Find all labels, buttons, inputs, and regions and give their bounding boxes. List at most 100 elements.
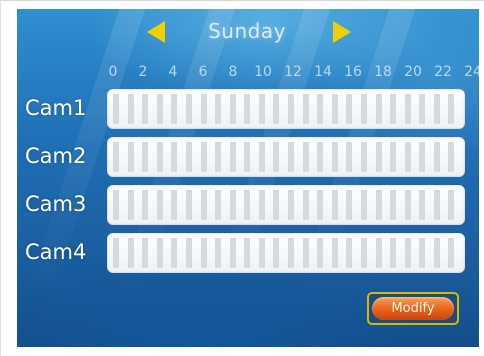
hour-slot[interactable] xyxy=(156,94,163,124)
hour-slot[interactable] xyxy=(171,238,178,268)
hour-slot[interactable] xyxy=(200,238,207,268)
hour-slot[interactable] xyxy=(375,190,382,220)
hour-slot[interactable] xyxy=(215,238,222,268)
hour-slot[interactable] xyxy=(331,190,338,220)
hour-slot[interactable] xyxy=(171,94,178,124)
hour-slot[interactable] xyxy=(288,238,294,268)
hour-slot[interactable] xyxy=(171,190,178,220)
hour-slot[interactable] xyxy=(215,142,222,172)
hour-slot[interactable] xyxy=(229,190,236,220)
hour-slot[interactable] xyxy=(229,238,236,268)
hour-slot[interactable] xyxy=(390,142,397,172)
hour-slot[interactable] xyxy=(317,94,324,124)
hour-slot[interactable] xyxy=(229,142,236,172)
hour-slot[interactable] xyxy=(375,238,382,268)
hour-slot[interactable] xyxy=(404,94,411,124)
hour-slot[interactable] xyxy=(331,238,338,268)
modify-button[interactable]: Modify xyxy=(372,297,454,320)
hour-slot[interactable] xyxy=(127,190,134,220)
hour-slot[interactable] xyxy=(171,142,178,172)
hour-slot[interactable] xyxy=(390,94,397,124)
hour-slot[interactable] xyxy=(127,142,134,172)
hour-slot[interactable] xyxy=(346,142,353,172)
hour-slot[interactable] xyxy=(185,190,192,220)
hour-slot[interactable] xyxy=(346,190,353,220)
hour-slot[interactable] xyxy=(390,190,397,220)
camera-timeline[interactable] xyxy=(107,89,465,129)
hour-slot[interactable] xyxy=(142,142,149,172)
camera-timeline[interactable] xyxy=(107,233,465,273)
hour-slot[interactable] xyxy=(302,238,309,268)
hour-slot[interactable] xyxy=(142,94,149,124)
hour-slot[interactable] xyxy=(244,94,251,124)
hour-slot[interactable] xyxy=(448,238,455,268)
hour-slot[interactable] xyxy=(200,94,207,124)
hour-slot[interactable] xyxy=(258,190,265,220)
next-day-arrow-icon[interactable] xyxy=(333,21,351,43)
hour-slot[interactable] xyxy=(185,94,192,124)
hour-slot[interactable] xyxy=(185,238,192,268)
camera-timeline[interactable] xyxy=(107,185,465,225)
hour-slot[interactable] xyxy=(360,94,367,124)
hour-slot[interactable] xyxy=(288,94,294,124)
hour-slot[interactable] xyxy=(360,190,367,220)
hour-slot[interactable] xyxy=(404,190,411,220)
hour-slot[interactable] xyxy=(244,190,251,220)
hour-slot[interactable] xyxy=(360,142,367,172)
hour-slot[interactable] xyxy=(258,142,265,172)
hour-slot[interactable] xyxy=(302,190,309,220)
hour-slot[interactable] xyxy=(390,238,397,268)
hour-slot[interactable] xyxy=(113,190,119,220)
hour-slot[interactable] xyxy=(288,190,294,220)
hour-slot[interactable] xyxy=(419,142,426,172)
hour-slot[interactable] xyxy=(433,142,440,172)
hour-slot[interactable] xyxy=(419,238,426,268)
hour-slot[interactable] xyxy=(113,94,119,124)
hour-slot[interactable] xyxy=(156,142,163,172)
hour-slot[interactable] xyxy=(200,190,207,220)
hour-slot[interactable] xyxy=(302,94,309,124)
hour-slot[interactable] xyxy=(317,238,324,268)
hour-slot[interactable] xyxy=(331,142,338,172)
hour-slot[interactable] xyxy=(419,94,426,124)
prev-day-arrow-icon[interactable] xyxy=(147,21,165,43)
hour-slot[interactable] xyxy=(273,94,280,124)
hour-slot[interactable] xyxy=(331,94,338,124)
hour-slot[interactable] xyxy=(113,142,119,172)
hour-slot[interactable] xyxy=(200,142,207,172)
hour-slot[interactable] xyxy=(127,238,134,268)
hour-slot[interactable] xyxy=(346,94,353,124)
hour-slot[interactable] xyxy=(244,238,251,268)
hour-slot[interactable] xyxy=(360,238,367,268)
hour-slot[interactable] xyxy=(273,238,280,268)
hour-slot[interactable] xyxy=(156,190,163,220)
hour-slot[interactable] xyxy=(448,190,455,220)
hour-slot[interactable] xyxy=(317,190,324,220)
hour-slot[interactable] xyxy=(258,238,265,268)
hour-slot[interactable] xyxy=(433,238,440,268)
hour-slot[interactable] xyxy=(244,142,251,172)
hour-slot[interactable] xyxy=(433,94,440,124)
hour-slot[interactable] xyxy=(215,190,222,220)
hour-slot[interactable] xyxy=(404,238,411,268)
hour-slot[interactable] xyxy=(258,94,265,124)
hour-slot[interactable] xyxy=(142,190,149,220)
hour-slot[interactable] xyxy=(229,94,236,124)
hour-slot[interactable] xyxy=(156,238,163,268)
hour-slot[interactable] xyxy=(448,142,455,172)
hour-slot[interactable] xyxy=(302,142,309,172)
hour-slot[interactable] xyxy=(419,190,426,220)
hour-slot[interactable] xyxy=(375,142,382,172)
hour-slot[interactable] xyxy=(433,190,440,220)
hour-slot[interactable] xyxy=(288,142,294,172)
hour-slot[interactable] xyxy=(448,94,455,124)
hour-slot[interactable] xyxy=(317,142,324,172)
camera-timeline[interactable] xyxy=(107,137,465,177)
hour-slot[interactable] xyxy=(215,94,222,124)
hour-slot[interactable] xyxy=(185,142,192,172)
hour-slot[interactable] xyxy=(127,94,134,124)
hour-slot[interactable] xyxy=(375,94,382,124)
hour-slot[interactable] xyxy=(273,190,280,220)
hour-slot[interactable] xyxy=(142,238,149,268)
hour-slot[interactable] xyxy=(273,142,280,172)
